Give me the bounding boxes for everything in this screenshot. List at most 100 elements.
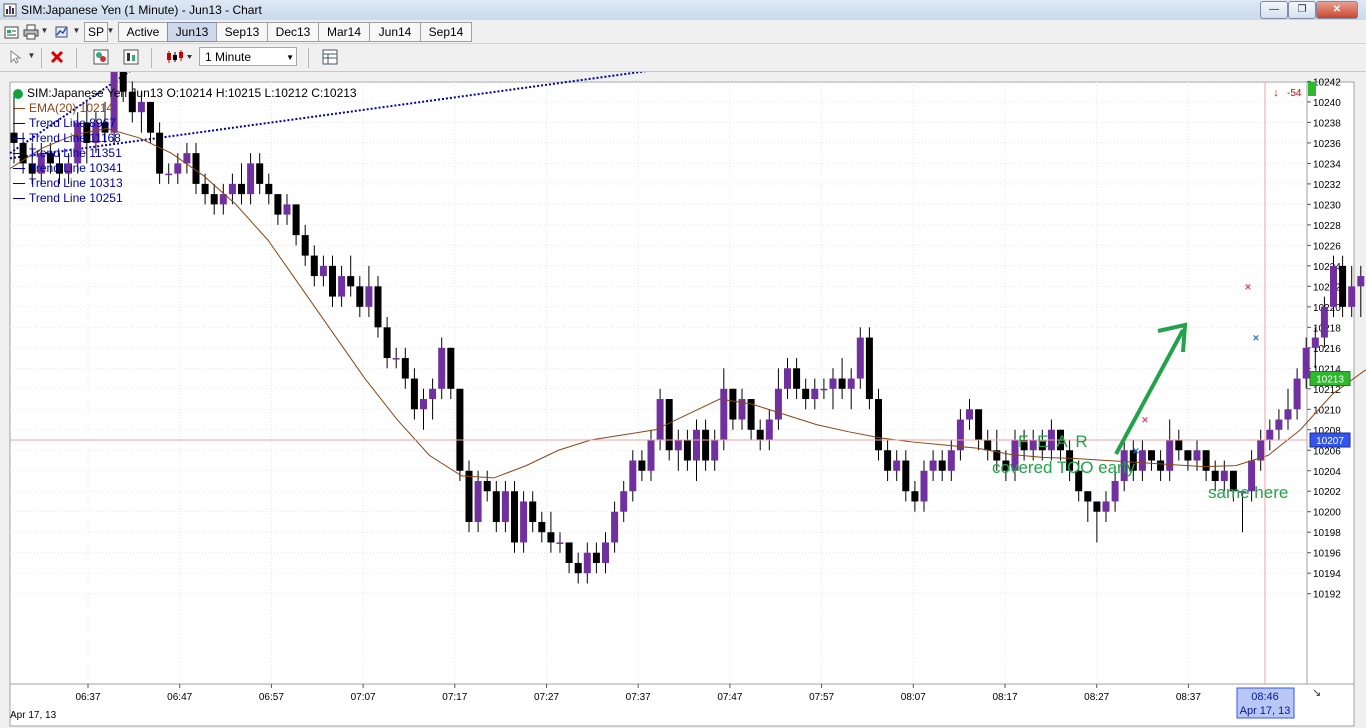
tab-sep13[interactable]: Sep13 — [216, 22, 268, 42]
line-swatch-icon — [13, 108, 25, 110]
strategies-icon[interactable] — [121, 47, 141, 67]
candle-up — [501, 491, 509, 522]
candle-down — [401, 358, 409, 379]
indicators-icon[interactable] — [91, 47, 111, 67]
candle-up — [1111, 480, 1119, 502]
time-axis — [9, 683, 1355, 727]
close-button[interactable]: ✕ — [1316, 1, 1358, 19]
y-tick-label: 10204 — [1313, 467, 1341, 478]
legend-trendline: Trend Line 10251 — [13, 191, 357, 206]
candle-up — [602, 542, 609, 563]
candle-up — [1284, 409, 1292, 420]
minimize-button[interactable]: — — [1260, 1, 1288, 19]
restore-button[interactable]: ❐ — [1288, 1, 1316, 19]
candle-up — [474, 480, 482, 522]
candle-up — [947, 450, 955, 471]
trade-marker-icon: × — [1133, 445, 1139, 457]
candle-down — [911, 491, 919, 502]
candle-up — [920, 470, 928, 502]
candle-down — [1093, 501, 1101, 512]
interval-dropdown[interactable]: 1 Minute ▼ — [199, 47, 297, 66]
print-icon[interactable] — [21, 22, 41, 42]
tab-dec13[interactable]: Dec13 — [267, 22, 319, 42]
trade-marker-icon: × — [1142, 415, 1148, 427]
legend-trendline: Trend Line 11351 — [13, 146, 357, 161]
legend-trendline: Trend Line 10313 — [13, 176, 357, 191]
line-swatch-icon — [13, 198, 25, 200]
candle-up — [956, 419, 964, 451]
candle-down — [756, 429, 764, 441]
candle-up — [893, 460, 901, 471]
remove-drawings-icon[interactable] — [47, 47, 67, 67]
candle-down — [511, 491, 518, 543]
line-swatch-icon — [13, 138, 25, 140]
cursor-icon[interactable] — [5, 47, 25, 67]
candlestick-style-icon[interactable] — [163, 47, 195, 67]
chevron-down-icon[interactable]: ▼ — [27, 47, 36, 65]
tab-active[interactable]: Active — [118, 22, 168, 42]
candle-up — [647, 440, 655, 471]
x-tick-label: 06:47 — [167, 692, 192, 703]
interval-value: 1 Minute — [205, 50, 252, 64]
window-title: SIM:Japanese Yen (1 Minute) - Jun13 - Ch… — [21, 3, 262, 17]
candle-down — [301, 235, 309, 256]
candle-up — [611, 511, 619, 543]
candle-down — [683, 440, 691, 461]
y-tick-label: 10200 — [1313, 508, 1341, 519]
chevron-down-icon[interactable]: ▼ — [72, 22, 81, 40]
chevron-down-icon[interactable]: ▼ — [40, 22, 49, 40]
candle-down — [538, 521, 546, 533]
app-icon — [3, 3, 17, 17]
candle-down — [729, 388, 737, 420]
y-tick-label: 10240 — [1313, 98, 1341, 109]
y-tick-label: 10222 — [1313, 282, 1341, 293]
candle-up — [811, 388, 819, 400]
x-tick-label: 07:57 — [809, 692, 834, 703]
y-tick-label: 10196 — [1313, 549, 1341, 560]
toolbar-separator — [41, 48, 42, 68]
candle-up — [656, 399, 664, 441]
time-cursor-date: Apr 17, 13 — [1240, 705, 1291, 717]
candle-down — [465, 470, 473, 522]
properties-icon[interactable] — [2, 22, 22, 42]
candle-down — [292, 204, 300, 236]
candle-down — [374, 286, 382, 328]
x-tick-label: 07:47 — [717, 692, 742, 703]
candle-up — [1302, 347, 1310, 379]
candle-up — [1102, 501, 1110, 512]
candle-down — [492, 491, 500, 522]
tab-jun14[interactable]: Jun14 — [369, 22, 421, 42]
candle-down — [975, 409, 983, 441]
y-tick-label: 10198 — [1313, 528, 1341, 539]
x-tick-label: 06:37 — [75, 692, 100, 703]
data-box-icon[interactable] — [320, 47, 340, 67]
price-tag-partial — [1308, 82, 1316, 96]
candle-up — [1220, 470, 1228, 481]
instrument-button[interactable]: SP — [84, 22, 108, 42]
candle-down — [1084, 491, 1092, 502]
window-titlebar[interactable]: SIM:Japanese Yen (1 Minute) - Jun13 - Ch… — [0, 0, 1366, 20]
candle-up — [1293, 378, 1301, 410]
tab-sep14[interactable]: Sep14 — [420, 22, 472, 42]
candle-down — [329, 265, 336, 297]
candle-up — [966, 409, 973, 420]
candle-down — [574, 562, 582, 574]
data-series-icon[interactable] — [52, 22, 72, 42]
annotation-covered-too-early: covered TOO early — [992, 458, 1135, 477]
y-tick-label: 10192 — [1313, 590, 1341, 601]
candle-down — [456, 388, 464, 471]
tab-mar14[interactable]: Mar14 — [318, 22, 370, 42]
chevron-down-icon[interactable]: ▼ — [106, 22, 115, 40]
candle-up — [392, 358, 400, 360]
tab-jun13[interactable]: Jun13 — [167, 22, 217, 42]
candle-up — [1275, 419, 1283, 430]
last-price-label: 10213 — [1316, 375, 1344, 386]
candle-down — [410, 378, 418, 410]
candle-up — [1193, 450, 1201, 461]
candle-up — [1311, 337, 1319, 348]
y-tick-label: 10238 — [1313, 118, 1341, 129]
candle-down — [347, 276, 355, 287]
candle-down — [884, 450, 892, 471]
candle-down — [529, 501, 537, 522]
candle-down — [1157, 460, 1165, 471]
